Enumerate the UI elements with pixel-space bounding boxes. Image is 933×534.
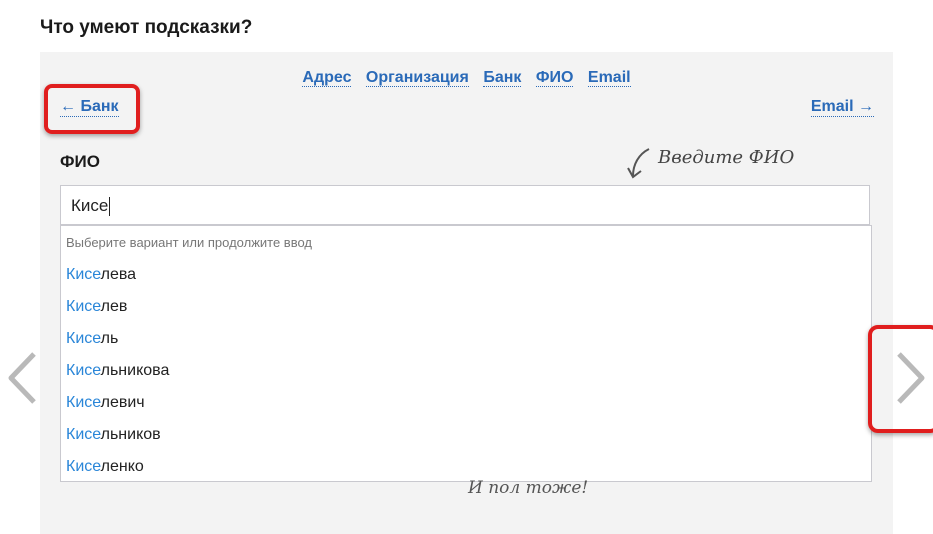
suggestion-item[interactable]: Кисельникова bbox=[61, 355, 871, 387]
demo-tabs: Адрес Организация Банк ФИО Email bbox=[40, 69, 893, 87]
suggestion-rest: ленко bbox=[100, 458, 144, 475]
suggestion-item[interactable]: Киселенко bbox=[61, 451, 871, 483]
suggestion-match: Кисе bbox=[66, 298, 101, 315]
suggestion-item[interactable]: Кисель bbox=[61, 323, 871, 355]
field-label-fio: ФИО bbox=[60, 152, 100, 171]
field-hint: Введите ФИО bbox=[658, 147, 795, 168]
tab-bank[interactable]: Банк bbox=[483, 69, 522, 87]
suggestion-rest: льников bbox=[100, 426, 161, 443]
chevron-left-icon[interactable] bbox=[6, 351, 38, 405]
tab-email[interactable]: Email bbox=[587, 69, 631, 87]
fio-input-value: Кисе bbox=[71, 196, 109, 215]
tab-address[interactable]: Адрес bbox=[302, 69, 352, 87]
suggestion-item[interactable]: Киселевич bbox=[61, 387, 871, 419]
suggestion-rest: ль bbox=[100, 330, 119, 347]
fio-input[interactable]: Кисе bbox=[60, 185, 870, 225]
gender-hint: И пол тоже! bbox=[468, 478, 589, 498]
suggestion-match: Кисе bbox=[66, 394, 101, 411]
suggestion-rest: левич bbox=[100, 394, 145, 411]
chevron-right-icon[interactable] bbox=[895, 351, 927, 405]
suggestion-item[interactable]: Киселев bbox=[61, 291, 871, 323]
suggestion-rest: лева bbox=[100, 266, 137, 283]
tab-organization[interactable]: Организация bbox=[365, 69, 469, 87]
tab-fio[interactable]: ФИО bbox=[535, 69, 574, 87]
suggestion-rest: льникова bbox=[100, 362, 170, 379]
curved-arrow-icon bbox=[627, 148, 650, 179]
suggestions-hint: Выберите вариант или продолжите ввод bbox=[66, 235, 312, 250]
suggestion-match: Кисе bbox=[66, 330, 101, 347]
suggestion-match: Кисе bbox=[66, 458, 101, 475]
suggestion-item[interactable]: Кисельников bbox=[61, 419, 871, 451]
highlight-frame-prev bbox=[44, 84, 140, 134]
demo-panel: Адрес Организация Банк ФИО Email ← Банк … bbox=[40, 52, 893, 534]
suggestion-item[interactable]: Киселева bbox=[61, 259, 871, 291]
suggestions-dropdown: Выберите вариант или продолжите ввод Кис… bbox=[60, 225, 872, 482]
suggestion-match: Кисе bbox=[66, 266, 101, 283]
suggestion-match: Кисе bbox=[66, 362, 101, 379]
suggestion-match: Кисе bbox=[66, 426, 101, 443]
next-link-email[interactable]: Email → bbox=[810, 98, 874, 117]
page-title: Что умеют подсказки? bbox=[40, 17, 253, 38]
suggestion-rest: лев bbox=[100, 298, 128, 315]
text-caret bbox=[109, 197, 111, 217]
